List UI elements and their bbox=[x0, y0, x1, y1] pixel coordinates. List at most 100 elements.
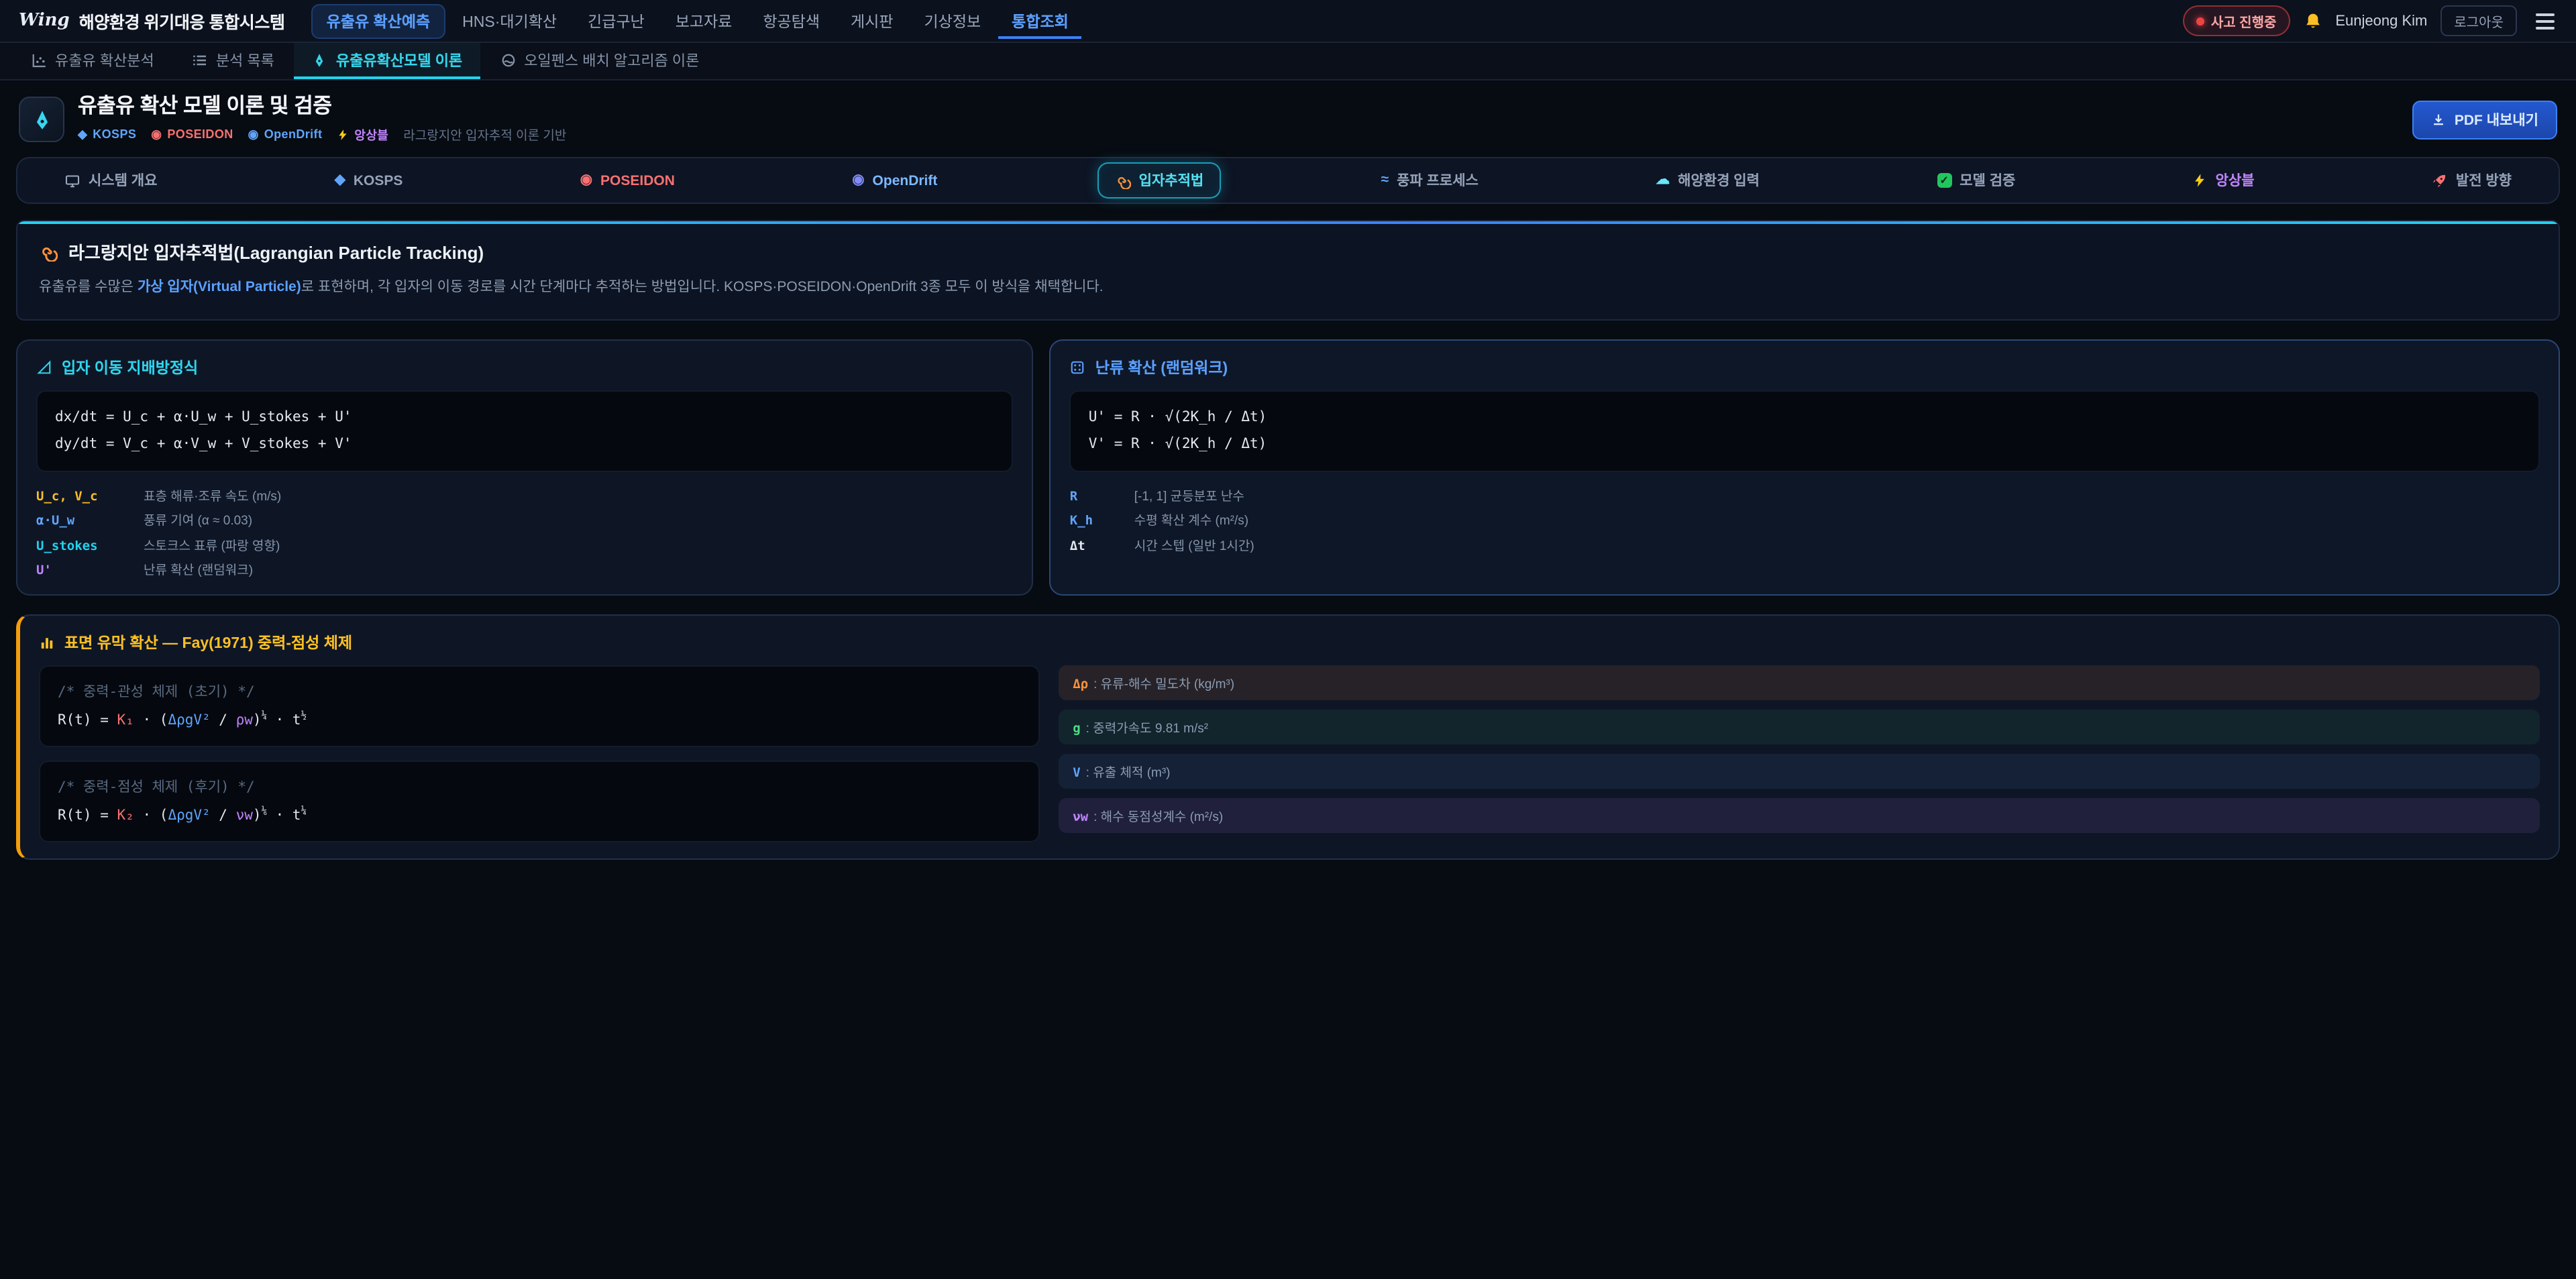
section-nav-label: 풍파 프로세스 bbox=[1397, 170, 1479, 190]
nav-item-hns-air-diffusion[interactable]: HNS·대기확산 bbox=[449, 3, 570, 38]
equation-line: dy/dt = V_c + α·V_w + V_stokes + V' bbox=[55, 431, 995, 459]
sub-tab-bar: 유출유 확산분석 분석 목록 유출유확산모델 이론 오일펜스 배치 알고리즘 이… bbox=[0, 43, 2576, 80]
notification-bell-icon[interactable] bbox=[2303, 11, 2322, 30]
tab-diffusion-model-theory[interactable]: 유출유확산모델 이론 bbox=[294, 43, 480, 79]
dice-icon bbox=[1070, 359, 1086, 376]
tab-analysis-list[interactable]: 분석 목록 bbox=[174, 43, 292, 79]
desc-text: 유출유를 수많은 bbox=[39, 279, 138, 295]
fay-viscous-code: /* 중력-점성 체제 (후기) */ R(t) = K₂ · (ΔρgV² /… bbox=[39, 761, 1039, 842]
section-nav-label: OpenDrift bbox=[873, 172, 938, 188]
param-desc: 표층 해류·조류 속도 (m/s) bbox=[144, 486, 1014, 504]
triangle-ruler-icon bbox=[36, 359, 52, 376]
section-nav-kosps[interactable]: ◆ KOSPS bbox=[317, 164, 421, 197]
nav-item-weather-info[interactable]: 기상정보 bbox=[911, 3, 995, 38]
nav-item-board[interactable]: 게시판 bbox=[837, 3, 907, 38]
incident-status-badge[interactable]: 사고 진행중 bbox=[2183, 5, 2290, 36]
fay-param-row: V : 유출 체적 (m³) bbox=[1058, 755, 2540, 789]
section-nav-poseidon[interactable]: ◉ POSEIDON bbox=[563, 164, 692, 197]
tab-oil-boom-algorithm-theory[interactable]: 오일펜스 배치 알고리즘 이론 bbox=[482, 43, 716, 79]
param-row: Δt 시간 스텝 (일반 1시간) bbox=[1070, 535, 2540, 554]
param-desc: : 유출 체적 (m³) bbox=[1086, 767, 1171, 781]
param-symbol: V bbox=[1073, 767, 1080, 781]
section-nav-label: 시스템 개요 bbox=[89, 170, 157, 190]
nav-item-integrated-search[interactable]: 통합조회 bbox=[998, 3, 1082, 38]
tab-spill-analysis[interactable]: 유출유 확산분석 bbox=[13, 43, 172, 79]
formula-coefficient: K₂ bbox=[117, 807, 134, 823]
param-row: R [-1, 1] 균등분포 난수 bbox=[1070, 486, 2540, 504]
main-content: 유출유 확산 모델 이론 및 검증 ◆ KOSPS ◉ POSEIDON ◉ O bbox=[0, 80, 2576, 860]
nav-item-emergency-rescue[interactable]: 긴급구난 bbox=[574, 3, 658, 38]
param-desc: 수평 확산 계수 (m²/s) bbox=[1134, 510, 2540, 529]
page-model-icon bbox=[19, 97, 64, 142]
formula-denominator: νw bbox=[236, 807, 253, 823]
formula-exponent: ½ bbox=[301, 710, 307, 721]
nav-item-aerial-search[interactable]: 항공탐색 bbox=[749, 3, 833, 38]
section-nav-label: 모델 검증 bbox=[1960, 170, 2015, 190]
fay-param-row: Δρ: 유류-해수 밀도차 (kg/m³) bbox=[1058, 666, 2540, 701]
app-logo[interactable]: Wing 해양환경 위기대응 통합시스템 bbox=[13, 8, 290, 34]
logout-button[interactable]: 로그아웃 bbox=[2440, 5, 2517, 36]
section-nav-ocean-environment-input[interactable]: ☁ 해양환경 입력 bbox=[1638, 162, 1777, 199]
drift-icon: ◉ bbox=[852, 174, 864, 188]
diamond-icon: ◆ bbox=[78, 127, 87, 142]
param-symbol: Δt bbox=[1070, 539, 1134, 554]
card-title-text: 입자 이동 지배방정식 bbox=[62, 357, 198, 378]
section-nav-wind-wave-process[interactable]: ≈ 풍파 프로세스 bbox=[1364, 162, 1496, 199]
param-symbol: U' bbox=[36, 564, 144, 579]
section-nav-system-overview[interactable]: 시스템 개요 bbox=[47, 162, 174, 199]
page-subtitle: 라그랑지안 입자추적 이론 기반 bbox=[403, 125, 566, 144]
formula-exponent: ⅙ bbox=[262, 805, 267, 816]
motion-equation-code: dx/dt = U_c + α·U_w + U_stokes + U' dy/d… bbox=[36, 390, 1014, 472]
virtual-particle-highlight: 가상 입자(Virtual Particle) bbox=[138, 279, 301, 295]
param-symbol: α·U_w bbox=[36, 514, 144, 529]
section-nav-label: 앙상블 bbox=[2216, 170, 2255, 190]
param-desc: 시간 스텝 (일반 1시간) bbox=[1134, 535, 2540, 554]
lagrangian-section-title: 라그랑지안 입자추적법(Lagrangian Particle Tracking… bbox=[39, 239, 2537, 264]
page-header: 유출유 확산 모델 이론 및 검증 ◆ KOSPS ◉ POSEIDON ◉ O bbox=[19, 95, 2557, 144]
badge-ensemble: 앙상블 bbox=[337, 125, 388, 143]
param-row: K_h 수평 확산 계수 (m²/s) bbox=[1070, 510, 2540, 529]
random-walk-card: 난류 확산 (랜덤워크) U' = R · √(2K_h / Δt) V' = … bbox=[1050, 339, 2560, 596]
param-desc: : 유류-해수 밀도차 (kg/m³) bbox=[1093, 678, 1234, 693]
equation-line: U' = R · √(2K_h / Δt) bbox=[1089, 404, 2521, 431]
incident-status-label: 사고 진행중 bbox=[2211, 11, 2277, 31]
lightning-icon bbox=[2193, 173, 2208, 188]
equation-line: dx/dt = U_c + α·U_w + U_stokes + U' bbox=[55, 404, 995, 431]
section-nav-particle-tracking[interactable]: 입자추적법 bbox=[1097, 162, 1222, 199]
formula-part: · t bbox=[267, 807, 301, 823]
fay-param-row: g: 중력가속도 9.81 m/s² bbox=[1058, 710, 2540, 745]
menu-hamburger-icon[interactable] bbox=[2530, 6, 2560, 36]
nav-item-reports[interactable]: 보고자료 bbox=[662, 3, 746, 38]
section-nav-model-validation[interactable]: ✓ 모델 검증 bbox=[1919, 162, 2033, 199]
tab-label: 분석 목록 bbox=[216, 49, 274, 70]
lightning-icon bbox=[337, 128, 349, 140]
section-nav-future-direction[interactable]: 발전 방향 bbox=[2414, 162, 2529, 199]
nav-item-oil-spill-prediction[interactable]: 유출유 확산예측 bbox=[312, 3, 445, 38]
section-nav-label: 발전 방향 bbox=[2456, 170, 2512, 190]
section-nav-ensemble[interactable]: 앙상블 bbox=[2176, 162, 2272, 199]
param-symbol: U_c, V_c bbox=[36, 490, 144, 504]
oil-boom-icon bbox=[500, 52, 516, 68]
drift-icon: ◉ bbox=[248, 127, 259, 142]
formula-part: / bbox=[211, 807, 236, 823]
badge-label: 앙상블 bbox=[354, 125, 388, 143]
fay-param-row: νw: 해수 동점성계수 (m²/s) bbox=[1058, 799, 2540, 834]
formula-exponent: ¼ bbox=[301, 805, 307, 816]
param-desc: [-1, 1] 균등분포 난수 bbox=[1134, 486, 2540, 504]
pen-nib-icon bbox=[312, 52, 328, 68]
section-nav-label: 해양환경 입력 bbox=[1678, 170, 1760, 190]
section-nav-opendrift[interactable]: ◉ OpenDrift bbox=[835, 164, 955, 197]
monitor-icon bbox=[64, 172, 80, 188]
bar-chart-icon bbox=[39, 635, 55, 651]
badge-opendrift: ◉ OpenDrift bbox=[248, 127, 323, 142]
wave-icon: ≈ bbox=[1381, 174, 1389, 188]
target-icon: ◉ bbox=[151, 127, 162, 142]
equations-row: 입자 이동 지배방정식 dx/dt = U_c + α·U_w + U_stok… bbox=[16, 339, 2560, 596]
pdf-export-button[interactable]: PDF 내보내기 bbox=[2413, 100, 2557, 139]
pdf-export-label: PDF 내보내기 bbox=[2455, 109, 2538, 129]
tab-label: 오일펜스 배치 알고리즘 이론 bbox=[524, 49, 699, 70]
param-desc: : 중력가속도 9.81 m/s² bbox=[1086, 722, 1208, 737]
card-title-text: 난류 확산 (랜덤워크) bbox=[1095, 357, 1228, 378]
param-desc: : 해수 동점성계수 (m²/s) bbox=[1093, 811, 1223, 826]
app-title: 해양환경 위기대응 통합시스템 bbox=[79, 8, 285, 34]
